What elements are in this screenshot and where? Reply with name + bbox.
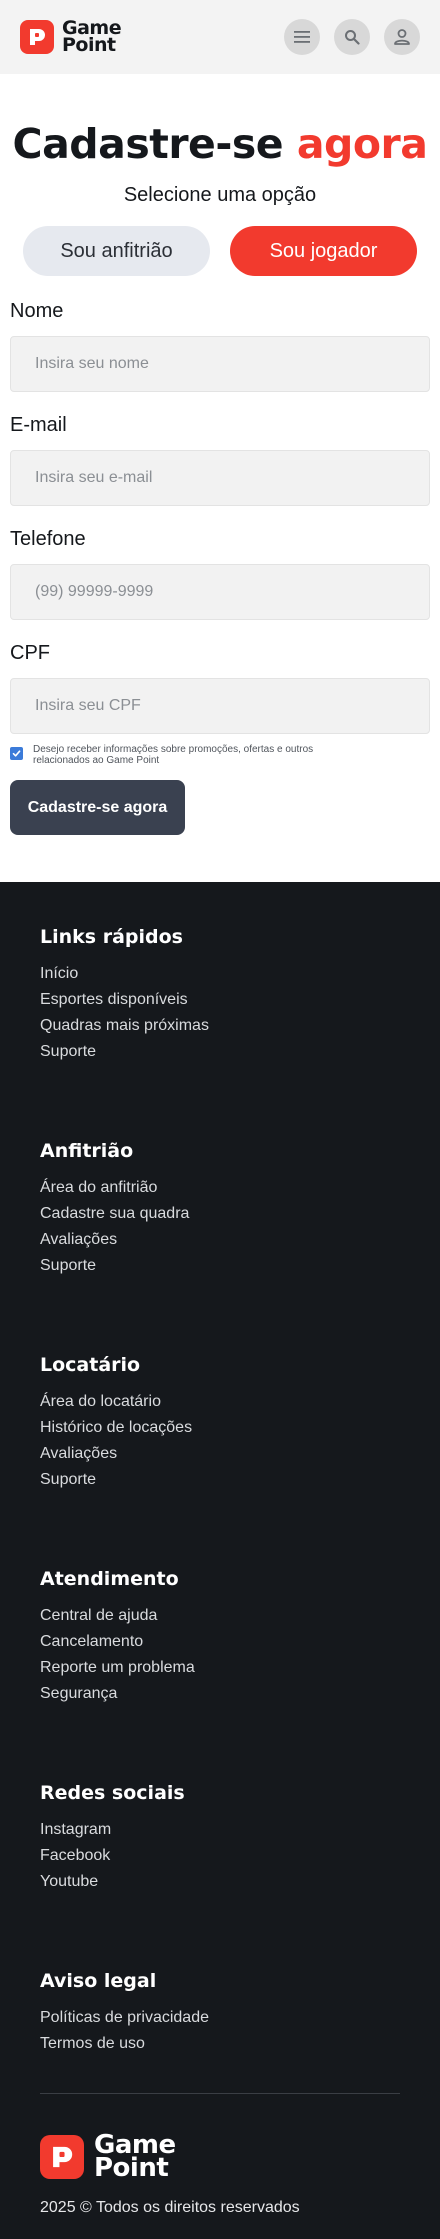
page-subtitle: Selecione uma opção <box>123 184 317 206</box>
footer-link-tenant-support[interactable]: Suporte <box>40 1467 400 1493</box>
footer-section-title: Links rápidos <box>40 926 183 948</box>
footer-section-service: Atendimento Central de ajuda Cancelament… <box>40 1568 400 1707</box>
footer-logo-text: Game Point <box>94 2132 176 2183</box>
user-type-toggle: Sou anfitrião Sou jogador <box>10 226 430 276</box>
footer-link-host-area[interactable]: Área do anfitrião <box>40 1175 400 1201</box>
footer-link-tenant-area[interactable]: Área do locatário <box>40 1389 400 1415</box>
cpf-label: CPF <box>10 642 50 664</box>
player-option-button[interactable]: Sou jogador <box>230 226 417 276</box>
footer-link-quadras[interactable]: Quadras mais próximas <box>40 1013 400 1039</box>
footer-section-quick-links: Links rápidos Início Esportes disponívei… <box>40 926 400 1065</box>
footer-section-title: Atendimento <box>40 1568 179 1590</box>
email-label: E-mail <box>10 414 67 436</box>
footer-section-title: Redes sociais <box>40 1782 185 1804</box>
consent-text: Desejo receber informações sobre promoçõ… <box>33 744 314 766</box>
footer-link-esportes[interactable]: Esportes disponíveis <box>40 987 400 1013</box>
footer-link-host-reviews[interactable]: Avaliações <box>40 1227 400 1253</box>
footer-link-rental-history[interactable]: Histórico de locações <box>40 1415 400 1441</box>
phone-label: Telefone <box>10 528 86 550</box>
menu-icon <box>294 31 310 43</box>
page-title-accent: agora <box>296 120 428 168</box>
user-icon <box>394 29 410 45</box>
submit-button[interactable]: Cadastre-se agora <box>10 780 185 835</box>
logo-mark-icon <box>20 20 54 54</box>
page-title-main: Cadastre-se <box>12 120 284 168</box>
footer-link-security[interactable]: Segurança <box>40 1681 400 1707</box>
footer-section-tenant: Locatário Área do locatário Histórico de… <box>40 1354 400 1493</box>
footer-link-inicio[interactable]: Início <box>40 961 400 987</box>
logo-text: Game Point <box>62 19 122 56</box>
copyright-text: 2025 © Todos os direitos reservados <box>40 2199 300 2216</box>
email-field[interactable] <box>10 450 430 506</box>
footer-section-title: Aviso legal <box>40 1970 157 1992</box>
footer-link-suporte[interactable]: Suporte <box>40 1039 400 1065</box>
logo[interactable]: Game Point <box>20 19 122 56</box>
consent-row: Desejo receber informações sobre promoçõ… <box>10 744 430 766</box>
footer-link-tenant-reviews[interactable]: Avaliações <box>40 1441 400 1467</box>
checkmark-icon <box>12 750 21 757</box>
profile-button[interactable] <box>384 19 420 55</box>
consent-checkbox[interactable] <box>10 747 23 760</box>
footer-link-help-center[interactable]: Central de ajuda <box>40 1603 400 1629</box>
footer-section-title: Anfitrião <box>40 1140 134 1162</box>
menu-button[interactable] <box>284 19 320 55</box>
name-field[interactable] <box>10 336 430 392</box>
footer-section-social: Redes sociais Instagram Facebook Youtube <box>40 1782 400 1895</box>
signup-main: Cadastre-se agora Selecione uma opção So… <box>0 120 440 835</box>
footer-link-host-support[interactable]: Suporte <box>40 1253 400 1279</box>
footer-logo-line2: Point <box>94 2153 169 2183</box>
search-button[interactable] <box>334 19 370 55</box>
footer-link-report-problem[interactable]: Reporte um problema <box>40 1655 400 1681</box>
logo-mark-icon <box>40 2135 84 2179</box>
page-title: Cadastre-se agora <box>10 120 430 168</box>
footer-link-facebook[interactable]: Facebook <box>40 1843 400 1869</box>
logo-line2: Point <box>62 34 116 56</box>
phone-field[interactable] <box>10 564 430 620</box>
cpf-field[interactable] <box>10 678 430 734</box>
footer-link-terms[interactable]: Termos de uso <box>40 2031 400 2057</box>
footer-section-legal: Aviso legal Políticas de privacidade Ter… <box>40 1970 400 2057</box>
search-icon <box>345 30 360 45</box>
footer-link-register-court[interactable]: Cadastre sua quadra <box>40 1201 400 1227</box>
site-header: Game Point <box>0 0 440 74</box>
footer-section-host: Anfitrião Área do anfitrião Cadastre sua… <box>40 1140 400 1279</box>
name-label: Nome <box>10 300 64 322</box>
footer-link-instagram[interactable]: Instagram <box>40 1817 400 1843</box>
host-option-button[interactable]: Sou anfitrião <box>23 226 210 276</box>
site-footer: Links rápidos Início Esportes disponívei… <box>0 882 440 2239</box>
footer-divider <box>40 2093 400 2094</box>
footer-section-title: Locatário <box>40 1354 141 1376</box>
footer-link-youtube[interactable]: Youtube <box>40 1869 400 1895</box>
header-icons <box>284 19 420 55</box>
footer-link-privacy[interactable]: Políticas de privacidade <box>40 2005 400 2031</box>
footer-link-cancellation[interactable]: Cancelamento <box>40 1629 400 1655</box>
footer-logo[interactable]: Game Point <box>40 2132 400 2183</box>
signup-form: Nome E-mail Telefone CPF Desejo receber … <box>10 300 430 835</box>
